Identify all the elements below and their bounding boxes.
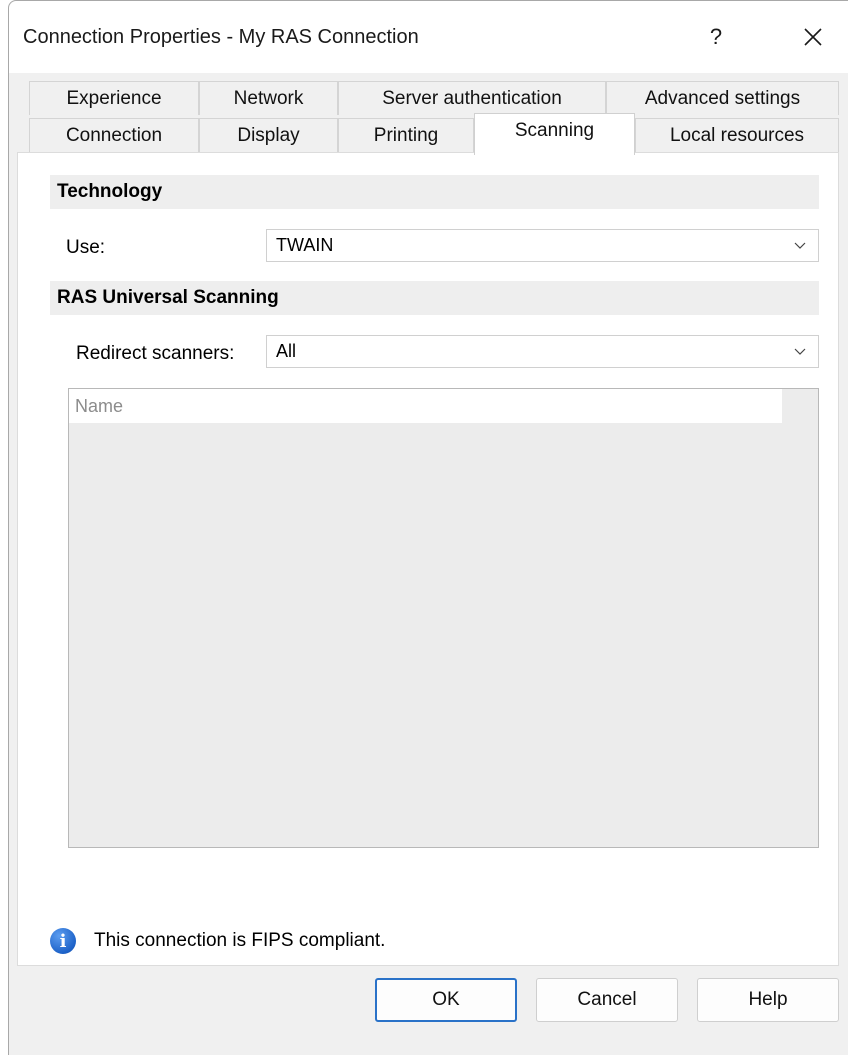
chevron-down-icon <box>794 242 806 249</box>
close-icon <box>804 28 822 46</box>
help-button[interactable]: Help <box>697 978 839 1022</box>
technology-use-select[interactable]: TWAIN <box>266 229 819 262</box>
universal-scanning-header: RAS Universal Scanning <box>50 281 819 315</box>
list-column-name[interactable]: Name <box>69 389 782 423</box>
tab-local-resources[interactable]: Local resources <box>635 118 839 152</box>
redirect-scanners-select[interactable]: All <box>266 335 819 368</box>
fips-info: i This connection is FIPS compliant. <box>50 928 385 954</box>
technology-use-value: TWAIN <box>276 235 334 255</box>
help-title-button[interactable]: ? <box>692 15 740 59</box>
tab-server-authentication[interactable]: Server authentication <box>338 81 606 115</box>
tab-connection[interactable]: Connection <box>29 118 199 152</box>
question-mark-icon: ? <box>709 24 723 49</box>
connection-properties-dialog: Connection Properties - My RAS Connectio… <box>8 0 848 1055</box>
ok-button[interactable]: OK <box>375 978 517 1022</box>
tab-advanced-settings[interactable]: Advanced settings <box>606 81 839 115</box>
info-icon: i <box>50 928 76 954</box>
redirect-scanners-label: Redirect scanners: <box>76 343 235 364</box>
tab-printing[interactable]: Printing <box>338 118 474 152</box>
scanners-list[interactable]: Name <box>68 388 819 848</box>
title-bar: Connection Properties - My RAS Connectio… <box>9 1 848 73</box>
use-label: Use: <box>66 237 106 258</box>
fips-info-text: This connection is FIPS compliant. <box>94 930 386 951</box>
chevron-down-icon <box>794 348 806 355</box>
technology-header: Technology <box>50 175 819 209</box>
tab-scanning[interactable]: Scanning <box>474 113 635 155</box>
window-title: Connection Properties - My RAS Connectio… <box>23 26 419 48</box>
tab-strip: Experience Network Server authentication… <box>9 73 848 155</box>
redirect-scanners-value: All <box>276 341 297 361</box>
tab-display[interactable]: Display <box>199 118 338 152</box>
tab-experience[interactable]: Experience <box>29 81 199 115</box>
close-button[interactable] <box>789 15 837 59</box>
cancel-button[interactable]: Cancel <box>536 978 678 1022</box>
scanning-panel: Technology Use: TWAIN RAS Universal Scan… <box>17 152 839 966</box>
tab-network[interactable]: Network <box>199 81 338 115</box>
